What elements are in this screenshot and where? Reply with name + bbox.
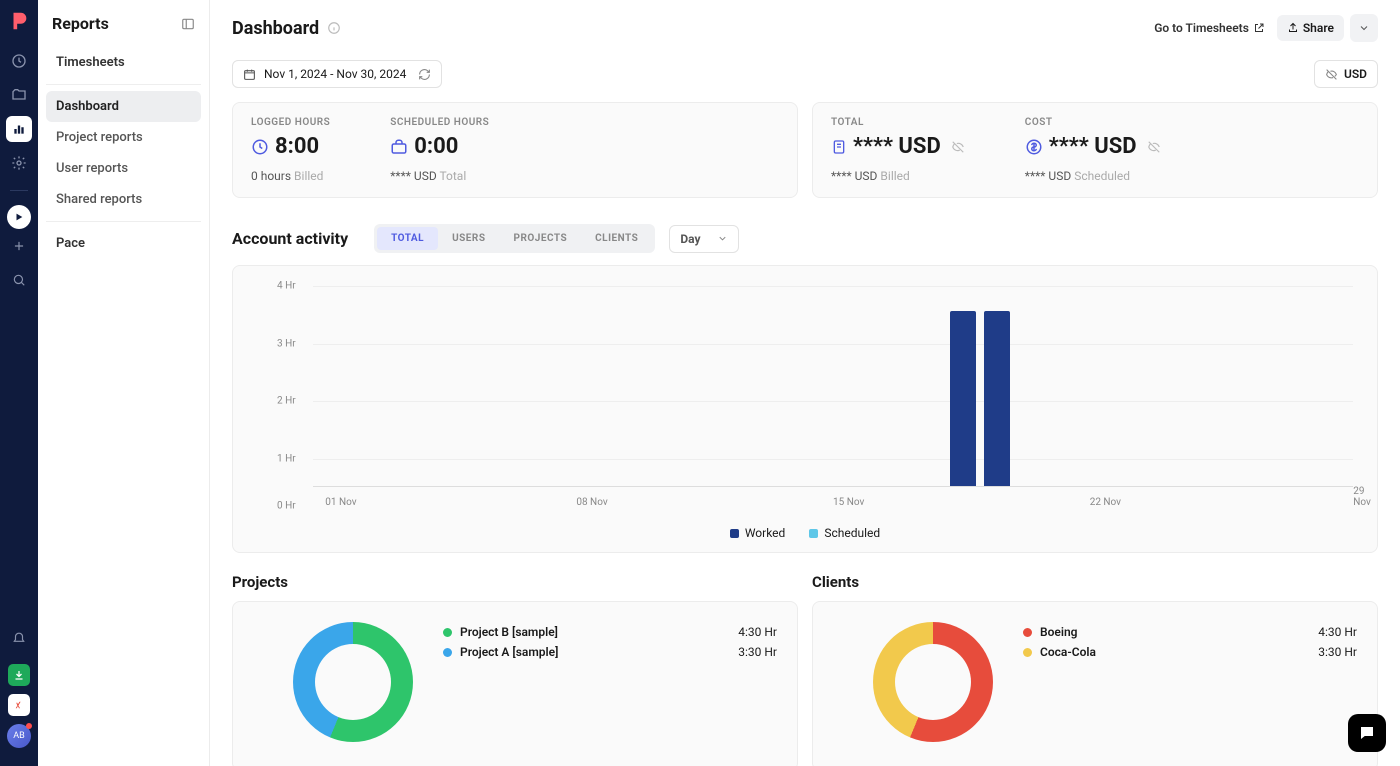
granularity-select[interactable]: Day — [669, 225, 739, 253]
share-button[interactable]: Share — [1277, 15, 1344, 41]
scheduled-hours-value: 0:00 — [414, 134, 458, 159]
projects-card: Project B [sample]4:30 HrProject A [samp… — [232, 601, 798, 766]
refresh-icon[interactable] — [418, 68, 431, 81]
breakdown-row[interactable]: Project A [sample]3:30 Hr — [443, 642, 777, 662]
tab-total[interactable]: TOTAL — [377, 227, 438, 250]
projects-donut — [293, 622, 413, 742]
share-more-button[interactable] — [1350, 14, 1378, 42]
breakdown-row[interactable]: Coca-Cola3:30 Hr — [1023, 642, 1357, 662]
tab-projects[interactable]: PROJECTS — [500, 227, 582, 250]
x-tick: 22 Nov — [1090, 497, 1121, 508]
eye-off-icon[interactable] — [1147, 140, 1161, 154]
y-tick: 3 Hr — [277, 338, 296, 349]
y-tick: 0 Hr — [277, 501, 296, 512]
total-label: TOTAL — [831, 117, 965, 128]
clients-card: Boeing4:30 HrCoca-Cola3:30 Hr — [812, 601, 1378, 766]
download-button[interactable] — [8, 664, 30, 686]
info-icon[interactable] — [327, 21, 341, 35]
clients-title: Clients — [812, 573, 1378, 591]
nav-reports-icon[interactable] — [6, 116, 32, 142]
legend-scheduled: Scheduled — [809, 526, 880, 540]
sidebar-item-timesheets[interactable]: Timesheets — [46, 47, 201, 78]
y-tick: 2 Hr — [277, 396, 296, 407]
hours-card: LOGGED HOURS 8:00 0 hours Billed SCHEDUL… — [232, 102, 798, 198]
tab-users[interactable]: USERS — [438, 227, 499, 250]
total-value: **** USD — [853, 134, 941, 159]
tab-clients[interactable]: CLIENTS — [581, 227, 652, 250]
cost-card: TOTAL **** USD **** USD Billed COST ****… — [812, 102, 1378, 198]
eye-off-icon — [1325, 68, 1338, 81]
currency-toggle[interactable]: USD — [1314, 60, 1378, 88]
x-tick: 15 Nov — [833, 497, 864, 508]
nav-add-icon[interactable] — [6, 233, 32, 259]
date-range-text: Nov 1, 2024 - Nov 30, 2024 — [264, 67, 406, 81]
collapse-sidebar-icon[interactable] — [181, 17, 195, 31]
breakdown-row[interactable]: Project B [sample]4:30 Hr — [443, 622, 777, 642]
page-title: Dashboard — [232, 18, 341, 39]
divider — [10, 190, 28, 191]
sidebar-item-dashboard[interactable]: Dashboard — [46, 91, 201, 122]
nav-folder-icon[interactable] — [6, 82, 32, 108]
date-range-picker[interactable]: Nov 1, 2024 - Nov 30, 2024 — [232, 60, 442, 88]
user-avatar[interactable]: AB — [7, 724, 31, 748]
invoice-icon — [831, 138, 847, 156]
clients-donut — [873, 622, 993, 742]
legend-worked: Worked — [730, 526, 785, 540]
nav-time-icon[interactable] — [6, 48, 32, 74]
y-tick: 1 Hr — [277, 453, 296, 464]
sidebar-item-user-reports[interactable]: User reports — [46, 153, 201, 184]
x-tick: 29 Nov — [1353, 486, 1371, 508]
sidebar-item-shared-reports[interactable]: Shared reports — [46, 184, 201, 215]
y-tick: 4 Hr — [277, 281, 296, 292]
projects-title: Projects — [232, 573, 798, 591]
sidebar-item-pace[interactable]: Pace — [46, 228, 201, 259]
notifications-icon[interactable] — [6, 626, 32, 652]
play-button[interactable] — [7, 205, 31, 229]
chart-bar[interactable] — [984, 311, 1010, 486]
sidebar-title: Reports — [52, 14, 109, 33]
activity-title: Account activity — [232, 229, 348, 248]
nav-settings-icon[interactable] — [6, 150, 32, 176]
go-to-timesheets-link[interactable]: Go to Timesheets — [1148, 17, 1271, 39]
logged-hours-value: 8:00 — [275, 134, 319, 159]
cost-label: COST — [1025, 117, 1161, 128]
cost-value: **** USD — [1049, 134, 1137, 159]
dollar-icon — [1025, 138, 1043, 156]
clock-icon — [251, 138, 269, 156]
briefcase-icon — [390, 138, 408, 156]
app-logo[interactable] — [8, 10, 30, 32]
chart-bar[interactable] — [950, 311, 976, 486]
x-tick: 08 Nov — [576, 497, 607, 508]
activity-tabs: TOTAL USERS PROJECTS CLIENTS — [374, 224, 655, 253]
activity-chart: 4 Hr 3 Hr 2 Hr 1 Hr 0 Hr 01 Nov 08 Nov 1… — [232, 265, 1378, 553]
breakdown-row[interactable]: Boeing4:30 Hr — [1023, 622, 1357, 642]
logged-hours-label: LOGGED HOURS — [251, 117, 330, 128]
nav-search-icon[interactable] — [6, 267, 32, 293]
x-tick: 01 Nov — [325, 497, 356, 508]
eye-off-icon[interactable] — [951, 140, 965, 154]
apps-button[interactable] — [8, 694, 30, 716]
scheduled-hours-label: SCHEDULED HOURS — [390, 117, 489, 128]
chat-fab[interactable] — [1348, 714, 1386, 752]
sidebar-item-project-reports[interactable]: Project reports — [46, 122, 201, 153]
